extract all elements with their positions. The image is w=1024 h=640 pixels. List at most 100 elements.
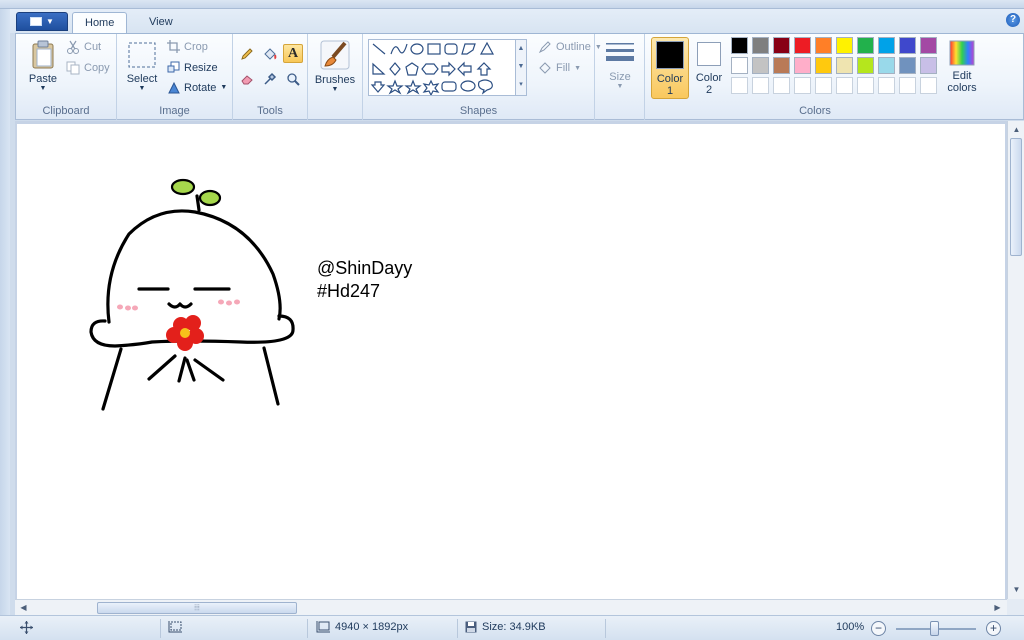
palette-swatch[interactable] — [794, 37, 811, 54]
palette-swatch[interactable] — [857, 37, 874, 54]
size-dropdown-icon: ▼ — [616, 83, 624, 90]
crop-icon — [167, 40, 180, 53]
paste-button[interactable]: Paste ▼ — [26, 40, 60, 92]
palette-swatch[interactable] — [878, 37, 895, 54]
magnifier-tool[interactable] — [283, 69, 303, 88]
floppy-disk-icon — [465, 621, 477, 633]
status-divider — [605, 619, 606, 638]
vertical-scrollbar[interactable]: ▲ ▼ — [1007, 121, 1024, 599]
clipboard-icon — [32, 40, 54, 69]
palette-swatch[interactable] — [815, 57, 832, 74]
palette-swatch[interactable] — [899, 37, 916, 54]
scroll-up-icon[interactable]: ▲ — [1009, 122, 1024, 137]
fill-label: Fill — [556, 62, 571, 74]
palette-swatch[interactable] — [731, 57, 748, 74]
palette-swatch[interactable] — [773, 37, 790, 54]
pencil-icon — [241, 47, 253, 60]
color-picker-tool[interactable] — [260, 69, 280, 88]
palette-swatch[interactable] — [899, 57, 916, 74]
text-tool[interactable]: A — [283, 44, 303, 63]
color1-button[interactable]: Color 1 — [651, 37, 689, 99]
palette-swatch[interactable] — [773, 57, 790, 74]
scroll-down-icon[interactable]: ▼ — [1009, 582, 1024, 597]
palette-swatch[interactable] — [920, 77, 937, 94]
zoom-out-icon[interactable]: − — [871, 621, 886, 636]
paint-menu-button[interactable]: ▼ — [16, 12, 68, 31]
pencil-tool[interactable] — [237, 44, 257, 63]
scroll-right-icon[interactable]: ▶ — [990, 600, 1005, 615]
palette-swatch[interactable] — [794, 57, 811, 74]
vertical-scroll-thumb[interactable] — [1010, 138, 1022, 256]
copy-button[interactable]: Copy — [66, 61, 110, 75]
magnifier-icon — [287, 72, 300, 86]
resize-button[interactable]: Resize — [167, 61, 218, 74]
status-divider — [307, 619, 308, 638]
document-icon — [30, 17, 43, 26]
palette-swatch[interactable] — [752, 77, 769, 94]
tab-home[interactable]: Home — [72, 12, 128, 33]
window-left-edge — [0, 9, 10, 640]
palette-swatch[interactable] — [857, 77, 874, 94]
edit-colors-button[interactable]: Edit colors — [942, 39, 982, 94]
outline-button[interactable]: Outline ▼ — [538, 40, 602, 54]
status-divider — [160, 619, 161, 638]
horizontal-scrollbar[interactable]: ◀ ⦙⦙⦙ ▶ — [15, 599, 1007, 615]
palette-swatch[interactable] — [836, 57, 853, 74]
tab-view[interactable]: View — [137, 12, 185, 33]
select-button[interactable]: Select ▼ — [124, 40, 160, 92]
horizontal-scroll-thumb[interactable]: ⦙⦙⦙ — [97, 602, 297, 614]
fill-tool[interactable] — [260, 44, 280, 63]
canvas-workspace: @ShinDayy #Hd247 — [15, 121, 1007, 599]
drawing-canvas[interactable]: @ShinDayy #Hd247 — [17, 124, 1005, 599]
rotate-button[interactable]: Rotate ▼ — [167, 81, 227, 94]
palette-swatch[interactable] — [899, 77, 916, 94]
palette-swatch[interactable] — [878, 77, 895, 94]
color2-swatch — [697, 42, 721, 66]
rotate-label: Rotate — [184, 81, 217, 94]
eraser-tool[interactable] — [237, 69, 257, 88]
help-icon[interactable]: ? — [1006, 13, 1020, 27]
copy-label: Copy — [84, 62, 110, 74]
crop-button[interactable]: Crop — [167, 40, 208, 53]
selection-size — [168, 621, 182, 633]
shapes-gallery[interactable] — [368, 39, 516, 97]
palette-swatch[interactable] — [731, 37, 748, 54]
text-a-icon: A — [287, 45, 299, 61]
palette-swatch[interactable] — [878, 57, 895, 74]
file-size: Size: 34.9KB — [465, 621, 546, 633]
palette-swatch[interactable] — [773, 77, 790, 94]
zoom-in-icon[interactable]: + — [986, 621, 1001, 636]
crop-label: Crop — [184, 40, 208, 53]
palette-swatch[interactable] — [752, 57, 769, 74]
eyedropper-icon — [264, 72, 277, 85]
cut-button[interactable]: Cut — [66, 40, 101, 54]
brushes-label: Brushes — [314, 74, 356, 86]
palette-swatch[interactable] — [920, 37, 937, 54]
size-group: Size ▼ — [595, 34, 645, 120]
size-button[interactable]: Size ▼ — [602, 40, 638, 90]
status-divider — [457, 619, 458, 638]
palette-swatch[interactable] — [752, 37, 769, 54]
shapes-group-label: Shapes — [459, 105, 498, 117]
image-group-label: Image — [159, 105, 190, 117]
selection-size-icon — [168, 621, 182, 633]
palette-swatch[interactable] — [815, 37, 832, 54]
scroll-left-icon[interactable]: ◀ — [16, 600, 31, 615]
palette-swatch[interactable] — [815, 77, 832, 94]
palette-swatch[interactable] — [920, 57, 937, 74]
palette-swatch[interactable] — [731, 77, 748, 94]
palette-swatch[interactable] — [794, 77, 811, 94]
canvas-text-hashtag: #Hd247 — [317, 281, 381, 301]
color2-button[interactable]: Color 2 — [690, 37, 728, 99]
brushes-button[interactable]: Brushes ▼ — [313, 39, 357, 93]
color2-label: Color — [695, 72, 723, 84]
zoom-slider-thumb[interactable] — [930, 621, 939, 636]
colors-group-label: Colors — [799, 105, 831, 117]
palette-swatch[interactable] — [857, 57, 874, 74]
palette-swatch[interactable] — [836, 37, 853, 54]
window-title-bar — [0, 0, 1024, 9]
fill-button[interactable]: Fill ▼ — [538, 61, 581, 75]
palette-swatch[interactable] — [836, 77, 853, 94]
brushes-group: Brushes ▼ — [308, 34, 363, 120]
shapes-gallery-scroll[interactable]: ▲ ▼ ▾ — [516, 39, 527, 96]
